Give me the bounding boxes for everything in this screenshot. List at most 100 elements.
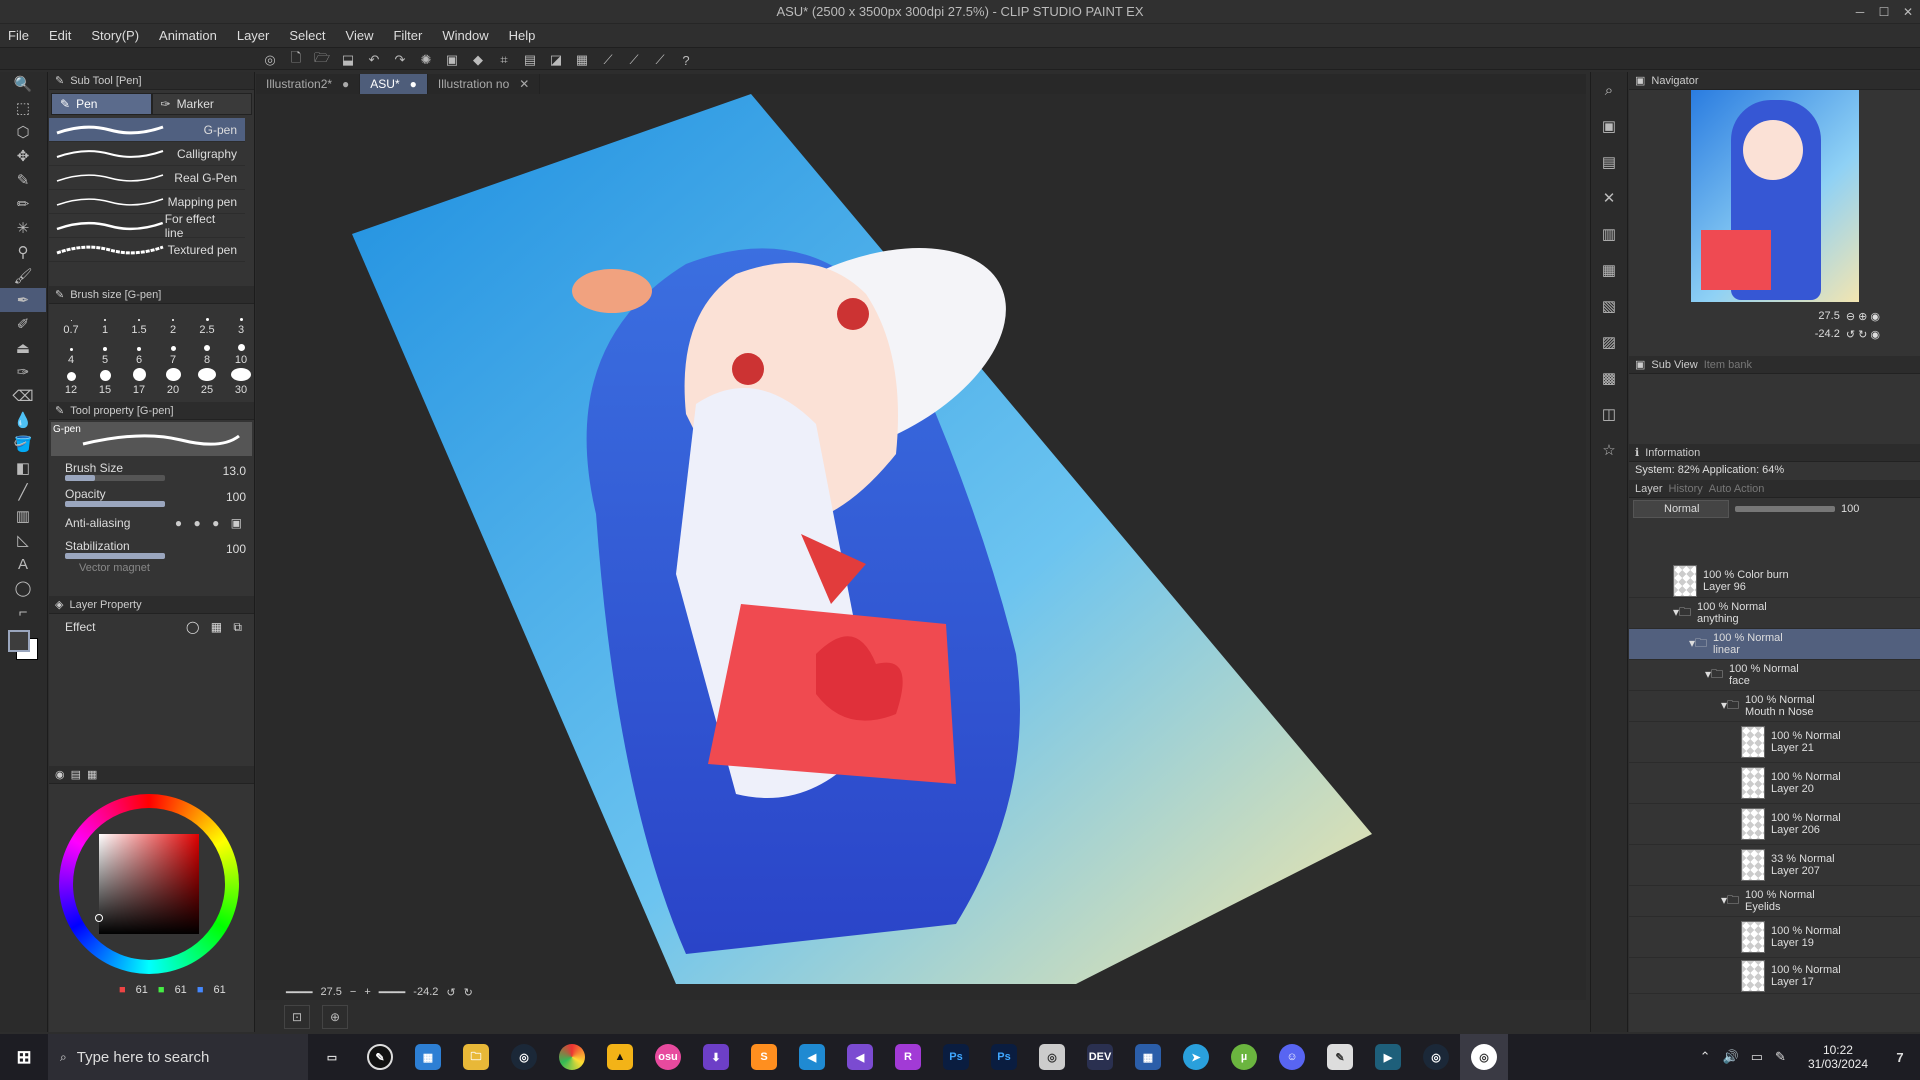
eyedropper-icon[interactable]: ⚲ xyxy=(0,240,46,264)
vscode-icon[interactable]: ◀ xyxy=(788,1034,836,1080)
layer-row[interactable]: 33 % Normal Layer 207 xyxy=(1629,845,1920,886)
canvas-artwork[interactable] xyxy=(256,94,1586,984)
fill-icon[interactable]: ◆ xyxy=(467,50,489,70)
texture-icon[interactable]: ▥ xyxy=(1591,216,1627,252)
size-option[interactable]: 17 xyxy=(123,368,155,396)
discord-icon[interactable]: ☺ xyxy=(1268,1034,1316,1080)
menu-layer[interactable]: Layer xyxy=(237,28,270,43)
menu-animation[interactable]: Animation xyxy=(159,28,217,43)
close-panel-icon[interactable]: ✕ xyxy=(1591,180,1627,216)
star-icon[interactable]: ☆ xyxy=(1591,432,1627,468)
size-option[interactable]: 2 xyxy=(157,308,189,336)
brush-size-slider[interactable] xyxy=(65,475,165,481)
osu-icon[interactable]: osu xyxy=(644,1034,692,1080)
navigator-view[interactable] xyxy=(1629,90,1920,310)
correct-line-icon[interactable]: ⌐ xyxy=(0,600,46,624)
material-icon[interactable]: ▤ xyxy=(1591,144,1627,180)
size-option[interactable]: 10 xyxy=(225,338,257,366)
layer-row[interactable]: 100 % Normal Layer 19 xyxy=(1629,917,1920,958)
tab-illustration2[interactable]: Illustration2* ● xyxy=(256,74,361,94)
brush-calligraphy[interactable]: Calligraphy xyxy=(49,142,245,166)
snap-grid-icon[interactable]: ⟋ xyxy=(649,50,671,70)
clip-studio-taskbar-icon[interactable]: ◎ xyxy=(1028,1034,1076,1080)
store-icon[interactable]: ▦ xyxy=(404,1034,452,1080)
menu-window[interactable]: Window xyxy=(442,28,488,43)
clip-studio-active-icon[interactable]: ◎ xyxy=(1460,1034,1508,1080)
marker-icon[interactable]: ✑ xyxy=(0,360,46,384)
clip-studio-icon[interactable]: ◎ xyxy=(259,50,281,70)
size-option[interactable]: 6 xyxy=(123,338,155,366)
saturation-square[interactable] xyxy=(99,834,199,934)
clear-icon[interactable]: ▣ xyxy=(441,50,463,70)
size-option[interactable]: 30 xyxy=(225,368,257,396)
tab-auto-action[interactable]: Auto Action xyxy=(1709,483,1765,495)
size-option[interactable]: 3 xyxy=(225,308,257,336)
figure-icon[interactable]: ╱ xyxy=(0,480,46,504)
size-option[interactable]: 15 xyxy=(89,368,121,396)
layer-row[interactable]: 100 % Normal Layer 21 xyxy=(1629,722,1920,763)
clock[interactable]: 10:22 31/03/2024 xyxy=(1796,1043,1880,1071)
frame-icon[interactable]: ▥ xyxy=(0,504,46,528)
menu-view[interactable]: View xyxy=(346,28,374,43)
size-option[interactable]: 2.5 xyxy=(191,308,223,336)
gradient-icon[interactable]: ◧ xyxy=(0,456,46,480)
fit-window-icon[interactable]: ⊡ xyxy=(284,1005,310,1029)
zoom-in-icon[interactable]: + xyxy=(364,986,370,998)
size-option[interactable]: 1 xyxy=(89,308,121,336)
snap-ruler-icon[interactable]: ⟋ xyxy=(597,50,619,70)
rotate-slider[interactable]: ━━━━ xyxy=(379,986,406,999)
calculator-icon[interactable]: ▦ xyxy=(1124,1034,1172,1080)
blend-mode-select[interactable]: Normal xyxy=(1633,500,1729,518)
menu-filter[interactable]: Filter xyxy=(393,28,422,43)
size-option[interactable]: 25 xyxy=(191,368,223,396)
taskbar-search[interactable]: ⌕ Type here to search xyxy=(48,1034,308,1080)
download-app-icon[interactable]: ⬇ xyxy=(692,1034,740,1080)
zoom-slider[interactable]: ━━━━ xyxy=(286,986,313,999)
notification-icon[interactable]: 7 xyxy=(1880,1034,1920,1080)
blend-icon[interactable]: 💧 xyxy=(0,408,46,432)
operation-tool-icon[interactable]: ⬚ xyxy=(0,96,46,120)
tab-marker[interactable]: ✑ Marker xyxy=(151,93,252,115)
terminal-icon[interactable]: ▶ xyxy=(1364,1034,1412,1080)
save-icon[interactable]: ⬓ xyxy=(337,50,359,70)
tab-history[interactable]: History xyxy=(1669,483,1703,495)
opacity-slider[interactable] xyxy=(65,501,165,507)
task-view-icon[interactable]: ▭ xyxy=(308,1034,356,1080)
close-button[interactable]: ✕ xyxy=(1896,0,1920,24)
system-tray[interactable]: ⌃ 🔊 ▭ ✎ xyxy=(1700,1049,1796,1065)
image-material-icon[interactable]: ◫ xyxy=(1591,396,1627,432)
size-option[interactable]: 7 xyxy=(157,338,189,366)
stabilization-value[interactable]: 100 xyxy=(226,542,246,556)
opacity-value[interactable]: 100 xyxy=(226,490,246,504)
text-tool-icon[interactable]: A xyxy=(0,552,46,576)
brush-size-value[interactable]: 13.0 xyxy=(223,464,246,478)
brush-real-g-pen[interactable]: Real G-Pen xyxy=(49,166,245,190)
stabilization-row[interactable]: Stabilization 100 xyxy=(49,536,254,562)
size-option[interactable]: 8 xyxy=(191,338,223,366)
size-option[interactable]: 1.5 xyxy=(123,308,155,336)
pattern-icon[interactable]: ▨ xyxy=(1591,324,1627,360)
chrome-icon[interactable] xyxy=(548,1034,596,1080)
size-option[interactable]: 0.7 xyxy=(55,308,87,336)
layer-row[interactable]: 100 % Normal Layer 206 xyxy=(1629,804,1920,845)
rotate-right-icon[interactable]: ↻ xyxy=(464,986,473,999)
pen-tool-icon[interactable]: ✎ xyxy=(0,168,46,192)
layer-folder[interactable]: ▾🗀 100 % Normal Eyelids xyxy=(1629,886,1920,917)
brush-effect-line[interactable]: For effect line xyxy=(49,212,245,240)
app-icon[interactable]: ✎ xyxy=(356,1034,404,1080)
steam-icon-2[interactable]: ◎ xyxy=(1412,1034,1460,1080)
maximize-button[interactable]: ☐ xyxy=(1872,0,1896,24)
magic-wand-icon[interactable]: ✳ xyxy=(0,216,46,240)
eraser-icon[interactable]: ⌫ xyxy=(0,384,46,408)
layer-row[interactable]: 100 % Color burn Layer 96 xyxy=(1629,564,1920,598)
size-option[interactable]: 20 xyxy=(157,368,189,396)
ruler-tool-icon[interactable]: ◺ xyxy=(0,528,46,552)
crop-icon[interactable]: ⌗ xyxy=(493,50,515,70)
brush-g-pen[interactable]: G-pen xyxy=(49,118,245,142)
menu-select[interactable]: Select xyxy=(289,28,325,43)
fill-tool-icon[interactable]: 🪣 xyxy=(0,432,46,456)
snap-special-icon[interactable]: ⟋ xyxy=(623,50,645,70)
tab-illustration-no[interactable]: Illustration no ✕ xyxy=(428,74,541,94)
grid-icon[interactable]: ▤ xyxy=(519,50,541,70)
color-wheel[interactable] xyxy=(49,784,254,984)
